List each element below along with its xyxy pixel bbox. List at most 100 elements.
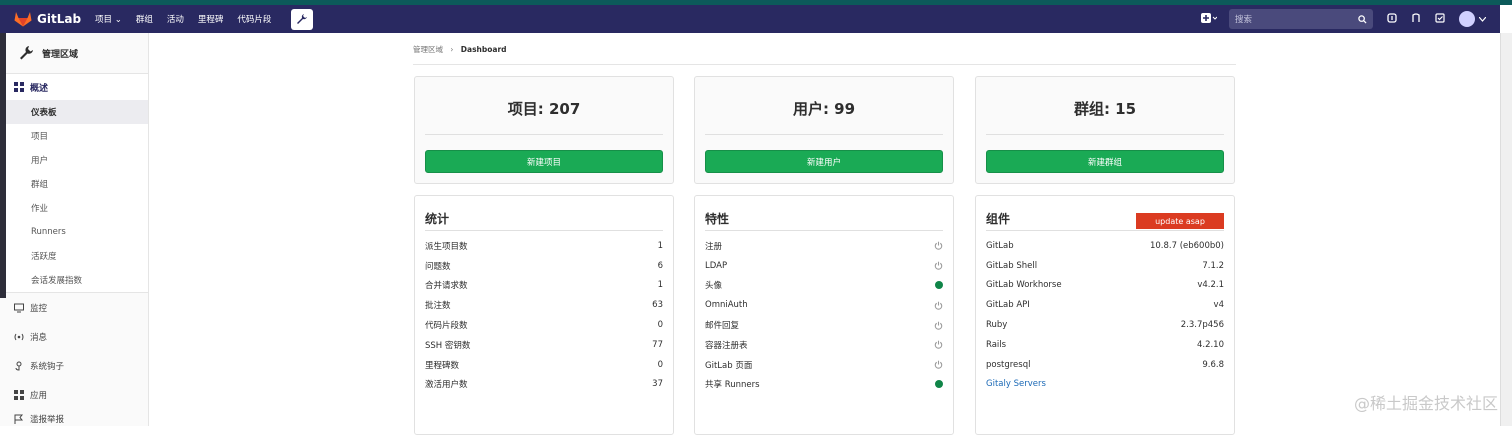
power-off-icon [934,242,943,251]
overview-section: 概述 仪表板 项目 用户 群组 作业 Runners 活跃度 会话发展指数 [0,74,148,293]
broadcast-icon [14,333,24,340]
list-item: GitLab 10.8.7 (eb600b0) [986,236,1224,256]
statistics-title: 统计 [425,212,450,226]
status-on-icon [935,281,943,290]
sidebar-subitem-jobs[interactable]: 作业 [0,196,148,220]
power-off-icon [934,301,943,310]
divider [705,230,943,231]
stat-value: 6 [657,260,663,271]
sidebar-item-applications[interactable]: 应用 [0,380,148,409]
components-title: 组件 [986,212,1011,226]
sidebar-item-system-hooks[interactable]: 系统钩子 [0,351,148,380]
sidebar-item-label: 系统钩子 [30,361,65,372]
stat-label: 代码片段数 [425,321,468,332]
merge-requests-icon[interactable] [1411,12,1421,26]
list-item: 派生项目数 1 [425,236,663,256]
feature-label: 容器注册表 [705,340,748,351]
divider [705,134,943,135]
stat-label: 激活用户数 [425,380,468,391]
admin-area-button[interactable] [291,8,314,30]
search-box[interactable]: 搜索 [1229,9,1373,29]
list-item: 问题数 6 [425,256,663,276]
component-version: 9.6.8 [1202,359,1224,370]
grid-icon [14,82,24,92]
user-avatar[interactable] [1459,11,1475,27]
stat-value: 37 [652,379,663,390]
component-label: GitLab [986,240,1014,251]
search-placeholder: 搜索 [1235,15,1253,25]
sidebar-subitem-activity[interactable]: 活跃度 [0,244,148,268]
feature-label: 共享 Runners [705,380,760,391]
top-navbar: GitLab 项目 ⌄ 群组 活动 里程碑 代码片段 搜索 [0,5,1500,33]
list-item: LDAP [705,256,943,276]
new-dropdown-button[interactable] [1201,12,1218,26]
flag-icon [14,414,24,424]
stat-label: 合并请求数 [425,281,468,292]
sidebar-item-label: 监控 [30,303,48,314]
new-project-button[interactable]: 新建项目 [425,150,663,173]
breadcrumb-separator: › [450,45,454,54]
issues-icon[interactable] [1387,12,1397,26]
list-item: 注册 [705,236,943,256]
list-item: Rails 4.2.10 [986,335,1224,355]
feature-label: GitLab 页面 [705,360,753,371]
component-version: 7.1.2 [1202,260,1224,271]
sidebar-subitem-dashboard[interactable]: 仪表板 [0,100,148,124]
stat-label: 问题数 [425,261,451,272]
component-label: GitLab API [986,300,1030,311]
sidebar-context-title: 管理区域 [42,49,79,60]
list-item: GitLab API v4 [986,295,1224,315]
component-label: postgresql [986,359,1031,370]
brand[interactable]: GitLab [14,11,81,27]
nav-link-projects[interactable]: 项目 ⌄ [95,13,122,25]
sidebar-subitem-devops-score[interactable]: 会话发展指数 [0,268,148,292]
page-scrollbar[interactable] [1500,33,1512,426]
status-on-icon [935,380,943,389]
chevron-down-icon[interactable] [1478,14,1487,25]
nav-link-snippets[interactable]: 代码片段 [237,13,271,25]
new-group-button[interactable]: 新建群组 [986,150,1224,173]
sidebar-subitem-users[interactable]: 用户 [0,148,148,172]
sidebar-item-abuse-reports[interactable]: 滥报举报 [0,409,148,429]
stat-value: 1 [657,280,663,291]
divider [986,230,1224,231]
stat-label: 批注数 [425,301,451,312]
list-item: SSH 密钥数 77 [425,335,663,355]
list-item: 头像 [705,276,943,296]
sidebar-subitem-groups[interactable]: 群组 [0,172,148,196]
gitaly-servers-link[interactable]: Gitaly Servers [986,379,1046,389]
list-item: Gitaly Servers [986,375,1224,395]
sidebar-item-monitoring[interactable]: 监控 [0,293,148,322]
sidebar-subitem-runners[interactable]: Runners [0,220,148,244]
apps-icon [14,389,24,400]
todos-icon[interactable] [1435,12,1445,26]
sidebar-item-overview[interactable]: 概述 [0,74,148,100]
update-status-badge[interactable]: update asap [1136,213,1224,229]
nav-link-milestones[interactable]: 里程碑 [198,13,224,25]
power-off-icon [934,360,943,369]
new-user-button[interactable]: 新建用户 [705,150,943,173]
list-item: 里程碑数 0 [425,355,663,375]
watermark: @稀土掘金技术社区 [1353,394,1498,413]
nav-link-activity[interactable]: 活动 [167,13,184,25]
sidebar-item-messages[interactable]: 消息 [0,322,148,351]
component-label: Ruby [986,320,1008,331]
sidebar-context-header[interactable]: 管理区域 [0,33,148,74]
nav-link-groups[interactable]: 群组 [136,13,153,25]
list-item: 代码片段数 0 [425,315,663,335]
power-off-icon [934,261,943,270]
list-item: postgresql 9.6.8 [986,355,1224,375]
component-version: 10.8.7 (eb600b0) [1149,240,1224,251]
sidebar-item-label: 应用 [30,390,48,401]
stat-label: 里程碑数 [425,360,460,371]
sidebar-subitem-projects[interactable]: 项目 [0,124,148,148]
stat-value: 63 [652,300,663,311]
feature-label: 注册 [705,241,723,252]
users-stat-card: 用户: 99 新建用户 [694,76,954,184]
hook-icon [15,361,22,371]
breadcrumb-parent[interactable]: 管理区域 [413,45,443,54]
wrench-icon [297,14,308,24]
component-label: Rails [986,339,1007,350]
list-item: 合并请求数 1 [425,276,663,296]
divider [425,230,663,231]
